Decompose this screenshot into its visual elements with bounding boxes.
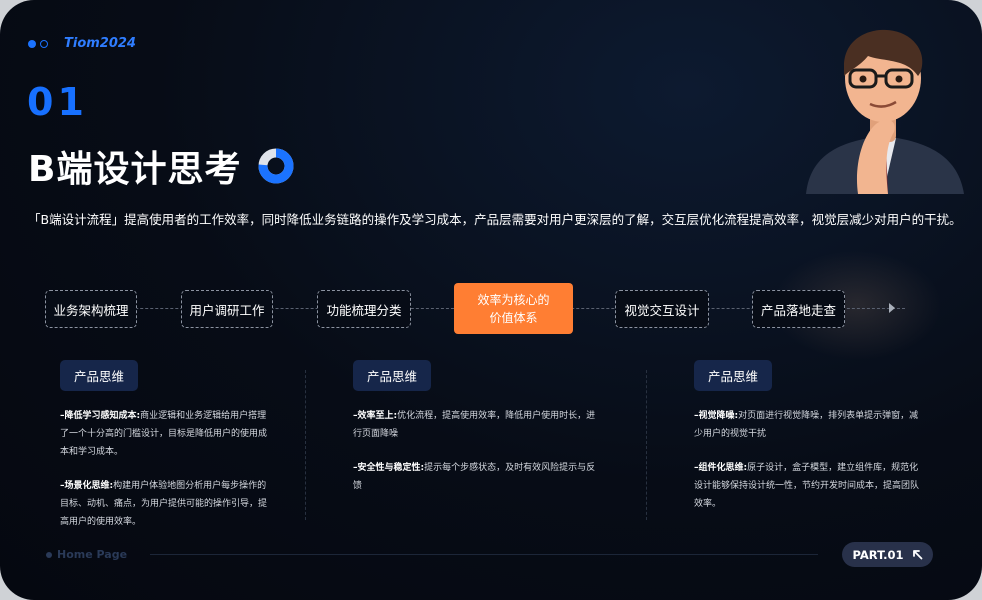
- part-button[interactable]: PART.01: [842, 542, 933, 567]
- home-page-label: Home Page: [57, 548, 128, 561]
- flow-step-2[interactable]: 用户调研工作: [181, 290, 273, 328]
- title-row: B端设计思考: [28, 140, 295, 192]
- donut-chart-icon: [258, 148, 294, 184]
- flow-step-4-line2: 价值体系: [489, 310, 538, 325]
- item-title: –效率至上:: [353, 411, 398, 421]
- flow-arrow-icon: [889, 303, 895, 313]
- column-divider: [646, 370, 647, 520]
- footer-divider: [150, 554, 818, 555]
- item-title: –降低学习感知成本:: [60, 411, 141, 421]
- column-tag: 产品思维: [60, 360, 139, 391]
- column-item: –场景化思维:构建用户体验地图分析用户每步操作的目标、动机、痛点，为用户提供可能…: [60, 477, 270, 531]
- flow-step-6[interactable]: 产品落地走查: [752, 290, 845, 328]
- item-title: –组件化思维:: [694, 463, 748, 473]
- item-title: –视觉降噪:: [694, 411, 739, 421]
- column-item: –安全性与稳定性:提示每个步感状态，及时有效风险提示与反馈: [353, 459, 598, 495]
- intro-text: 「B端设计流程」提高使用者的工作效率，同时降低业务链路的操作及学习成本，产品层需…: [28, 212, 962, 227]
- flow-step-4-highlight[interactable]: 效率为核心的 价值体系: [454, 283, 573, 334]
- part-label: PART.01: [852, 547, 904, 562]
- column-tag: 产品思维: [353, 360, 432, 391]
- avatar-illustration: [806, 29, 964, 194]
- column-product-thinking-3: 产品思维 –视觉降噪:对页面进行视觉降噪，排列表单提示弹窗，减少用户的视觉干扰 …: [694, 360, 924, 513]
- column-item: –组件化思维:原子设计，盒子模型，建立组件库，规范化设计能够保持设计统一性，节约…: [694, 459, 924, 513]
- slide-frame: Tiom2024 01 B端设计思考 「B端设计流程」提高使用者的工作效率，同时…: [0, 0, 982, 600]
- column-divider: [305, 370, 306, 520]
- section-number: 01: [27, 80, 88, 124]
- flow-step-5[interactable]: 视觉交互设计: [615, 290, 709, 328]
- item-title: –场景化思维:: [60, 481, 114, 491]
- column-product-thinking-2: 产品思维 –效率至上:优化流程，提高使用效率，降低用户使用时长，进行页面降噪 –…: [353, 360, 598, 495]
- page-title: B端设计思考: [28, 149, 242, 190]
- home-page-link[interactable]: Home Page: [46, 548, 127, 561]
- column-tag: 产品思维: [694, 360, 773, 391]
- column-item: –效率至上:优化流程，提高使用效率，降低用户使用时长，进行页面降噪: [353, 407, 598, 443]
- column-item: –降低学习感知成本:商业逻辑和业务逻辑给用户搭理了一个十分高的门槛设计，目标是降…: [60, 407, 270, 461]
- brand-dots-icon: [28, 39, 36, 48]
- flow-step-3[interactable]: 功能梳理分类: [317, 290, 411, 328]
- arrow-up-left-icon: [912, 550, 922, 560]
- brand-ring-icon: [40, 39, 48, 48]
- item-title: –安全性与稳定性:: [353, 463, 425, 473]
- flow-step-4-line1: 效率为核心的: [477, 292, 550, 307]
- brand: Tiom2024: [28, 36, 136, 51]
- brand-name: Tiom2024: [64, 36, 136, 51]
- column-product-thinking-1: 产品思维 –降低学习感知成本:商业逻辑和业务逻辑给用户搭理了一个十分高的门槛设计…: [60, 360, 270, 531]
- home-dot-icon: [46, 551, 52, 558]
- column-item: –视觉降噪:对页面进行视觉降噪，排列表单提示弹窗，减少用户的视觉干扰: [694, 407, 924, 443]
- process-flow: 业务架构梳理 用户调研工作 功能梳理分类 效率为核心的 价值体系 视觉交互设计 …: [45, 283, 925, 335]
- flow-step-1[interactable]: 业务架构梳理: [45, 290, 137, 328]
